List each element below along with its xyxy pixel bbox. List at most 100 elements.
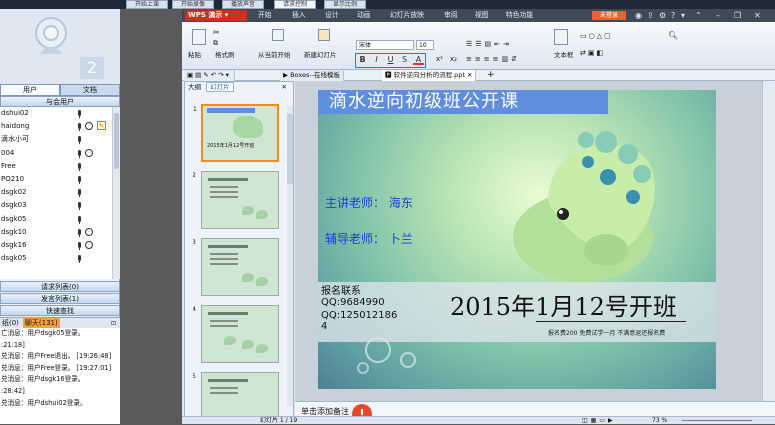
user-row[interactable]: 滴水小可: [0, 133, 112, 146]
microphone-icon[interactable]: [78, 110, 81, 118]
settings-icon[interactable]: ⚙: [659, 10, 666, 21]
login-button[interactable]: 未登录: [592, 11, 626, 20]
slide-thumbnail-2[interactable]: 2: [193, 171, 279, 229]
font-name-select[interactable]: 宋体: [356, 40, 414, 50]
slide-thumbnail-1[interactable]: 1 2015年1月12号开班: [193, 104, 279, 162]
slide-title[interactable]: 滴水逆向初级班公开课: [318, 90, 608, 114]
class-date-text[interactable]: 2015年1月12号开班: [450, 287, 677, 322]
find-icon[interactable]: 🔍︎: [668, 31, 678, 40]
options-icon[interactable]: ▾: [681, 10, 685, 21]
request-control-button[interactable]: 请求控制: [274, 0, 317, 9]
slideshow-icon[interactable]: [272, 29, 284, 41]
menu-design[interactable]: 设计: [325, 9, 339, 22]
shadow-button[interactable]: S: [399, 54, 410, 65]
tab-slides[interactable]: 幻灯片: [206, 82, 234, 92]
menu-view[interactable]: 视图: [475, 9, 489, 22]
user-row[interactable]: dsgk16 ·: [0, 239, 112, 252]
tab-users[interactable]: 用户: [0, 84, 60, 96]
edit-permission-icon[interactable]: ✎: [97, 121, 106, 131]
menu-insert[interactable]: 插入: [292, 9, 306, 22]
share-icon[interactable]: ⇪: [647, 10, 654, 21]
play-from-current-button[interactable]: 从当前开始: [258, 49, 291, 59]
align-icons[interactable]: ≡≡≡≡▥⇵: [466, 55, 520, 63]
slide-thumbnail-3[interactable]: 3: [193, 238, 279, 296]
microphone-icon[interactable]: [78, 189, 81, 198]
user-row[interactable]: dsgk02: [0, 186, 112, 199]
users-header[interactable]: 与会用户: [0, 96, 120, 107]
tab-document[interactable]: 🅿︎ 软件逆向分析的流程.ppt ✕: [382, 70, 477, 81]
camera-status-icon[interactable]: ·: [85, 148, 93, 157]
new-slide-button[interactable]: 新建幻灯片: [304, 49, 337, 59]
underline-button[interactable]: U: [385, 54, 396, 65]
close-icon[interactable]: ✕: [754, 10, 761, 21]
current-slide[interactable]: 滴水逆向初级班公开课 主讲老师： 海东 辅导老师： 卜兰 报名联系 QQ:968…: [318, 90, 716, 389]
pin-icon[interactable]: ⊡: [109, 319, 118, 329]
camera-status-icon[interactable]: ·: [85, 240, 93, 249]
shape-icons[interactable]: ▭○△▢: [580, 32, 613, 40]
user-row[interactable]: Free: [0, 160, 112, 173]
fee-text[interactable]: 报名费200 免费试学一月 不满意退还报名费: [548, 328, 665, 337]
tab-outline[interactable]: 大纲: [185, 83, 204, 91]
start-class-button[interactable]: 开始上课: [126, 0, 169, 9]
zoom-slider[interactable]: [682, 420, 752, 421]
play-sound-button[interactable]: 播放声音: [222, 0, 265, 9]
user-row[interactable]: dsgk03: [0, 199, 112, 212]
microphone-icon[interactable]: [78, 149, 81, 158]
microphone-icon[interactable]: [78, 162, 81, 171]
subscript-icon[interactable]: x₂: [450, 55, 457, 63]
copy-icon[interactable]: ⧉: [213, 39, 218, 48]
menu-slideshow[interactable]: 幻灯片放映: [390, 9, 424, 22]
microphone-icon[interactable]: [78, 123, 81, 132]
assistant-teacher-text[interactable]: 辅导老师： 卜兰: [325, 230, 413, 247]
format-painter-button[interactable]: 格式刷: [215, 49, 235, 59]
menu-start[interactable]: 开始: [258, 9, 272, 22]
skin-icon[interactable]: ◉: [635, 10, 642, 21]
panel-scrollbar[interactable]: [287, 106, 293, 406]
user-row[interactable]: PO210: [0, 173, 112, 186]
speak-list-header[interactable]: 发言列表(1): [0, 293, 120, 304]
superscript-icon[interactable]: x²: [436, 55, 443, 63]
new-tab-icon[interactable]: +: [484, 70, 498, 81]
bold-button[interactable]: B: [357, 54, 368, 65]
font-color-button[interactable]: A: [413, 54, 424, 65]
microphone-icon[interactable]: [78, 175, 81, 184]
text-box-button[interactable]: 文本框: [554, 49, 574, 59]
quick-access-icons[interactable]: ▣▤✎↶↷▾: [184, 70, 235, 81]
tab-documents[interactable]: 文档: [60, 84, 120, 96]
menu-review[interactable]: 审阅: [444, 9, 458, 22]
arrange-icons[interactable]: ⇄▣◧: [580, 49, 605, 57]
canvas-scrollbar[interactable]: [762, 81, 775, 409]
microphone-icon[interactable]: [78, 215, 81, 224]
start-record-button[interactable]: 开始录像: [172, 0, 215, 9]
microphone-icon[interactable]: [78, 228, 81, 237]
user-row[interactable]: 004 ·: [0, 147, 112, 160]
microphone-icon[interactable]: [78, 241, 81, 250]
minimize-icon[interactable]: –: [716, 10, 720, 21]
menu-features[interactable]: 特色功能: [506, 9, 533, 22]
qq-2-text[interactable]: QQ:125012186: [321, 310, 397, 322]
request-list-header[interactable]: 请求列表(0): [0, 281, 120, 292]
user-row[interactable]: dshui02: [0, 107, 112, 120]
menu-animation[interactable]: 动画: [357, 9, 371, 22]
display-ratio-button[interactable]: 显示比例: [324, 0, 367, 9]
camera-status-icon[interactable]: ·: [85, 122, 93, 131]
font-size-select[interactable]: 10: [416, 40, 434, 50]
collapse-ribbon-icon[interactable]: ⌃: [695, 10, 702, 21]
microphone-icon[interactable]: [78, 255, 81, 264]
slide-thumbnail-4[interactable]: 4: [193, 305, 279, 363]
camera-status-icon[interactable]: ·: [85, 227, 93, 236]
user-row[interactable]: dsgk05: [0, 252, 112, 265]
qq-2-continuation[interactable]: 4: [321, 321, 327, 333]
main-teacher-text[interactable]: 主讲老师： 海东: [325, 194, 413, 211]
quick-find-header[interactable]: 快速查找: [0, 305, 120, 316]
microphone-icon[interactable]: [78, 136, 81, 145]
new-slide-icon[interactable]: [318, 29, 330, 41]
italic-button[interactable]: I: [371, 54, 382, 65]
list-icons[interactable]: ☰☰▤⇤⇥: [466, 40, 512, 48]
qq-1-text[interactable]: QQ:9684990: [321, 297, 385, 309]
paste-icon[interactable]: [192, 29, 206, 45]
microphone-icon[interactable]: [78, 202, 81, 211]
user-list-scrollbar[interactable]: [112, 107, 120, 279]
tab-online-template[interactable]: ▶ Boxes--在线模板: [280, 70, 345, 81]
wps-logo-menu[interactable]: WPS 演示 ▾: [185, 10, 247, 21]
